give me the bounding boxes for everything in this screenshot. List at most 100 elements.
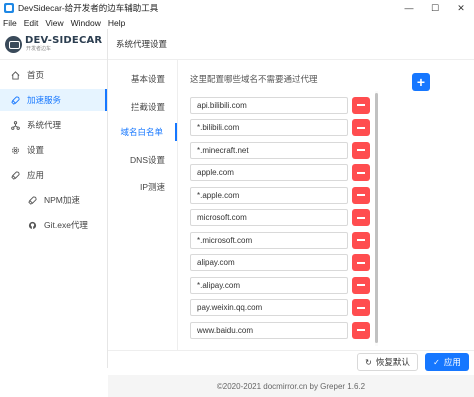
main-content: 系统代理设置 基本设置 拦截设置 域名白名单 DNS设置 IP测速 这里配置哪些… (108, 29, 474, 371)
domain-row: pay.weixin.qq.com (190, 299, 370, 317)
action-bar: ↻ 恢复默认 ✓ 应用 (108, 350, 474, 374)
close-icon[interactable]: ✕ (448, 0, 474, 16)
sidebar-item-label: NPM加速 (44, 195, 80, 205)
home-icon (11, 70, 20, 80)
menu-bar: File Edit View Window Help (0, 16, 474, 29)
domain-input[interactable]: microsoft.com (190, 209, 348, 226)
share-icon (11, 120, 20, 130)
app-icon (4, 3, 14, 13)
domain-input[interactable]: *.minecraft.net (190, 141, 348, 159)
domain-row: api.bilibili.com (190, 96, 370, 114)
domain-input[interactable]: alipay.com (190, 254, 348, 271)
window-controls: — ☐ ✕ (396, 0, 474, 16)
title-bar: DevSidecar-给开发者的边车辅助工具 — ☐ ✕ (0, 0, 474, 16)
rocket-icon (28, 195, 37, 205)
minus-icon (357, 216, 365, 219)
logo-subtext: 开发者边车 (26, 46, 52, 52)
sidebar-item-label: 加速服务 (27, 95, 62, 105)
remove-domain-button[interactable] (352, 141, 370, 159)
apply-label: 应用 (443, 357, 461, 367)
domain-row: *.bilibili.com (190, 119, 370, 137)
sidebar-nav: 首页 加速服务 系统代理 设置 应用 NPM加速 Git.exe代理 (0, 64, 107, 236)
menu-help[interactable]: Help (108, 18, 125, 28)
domain-input[interactable]: *.microsoft.com (190, 231, 348, 249)
tab-dns[interactable]: DNS设置 (107, 151, 177, 169)
domain-row: microsoft.com (190, 209, 370, 227)
tab-whitelist[interactable]: 域名白名单 (107, 123, 177, 141)
domain-input[interactable]: apple.com (190, 164, 348, 181)
tab-ip-speed[interactable]: IP测速 (107, 178, 177, 196)
rocket-icon (11, 95, 20, 105)
page-title: 系统代理设置 (108, 29, 474, 60)
sidebar-item-acceleration[interactable]: 加速服务 (0, 89, 107, 111)
tab-basic[interactable]: 基本设置 (107, 70, 177, 88)
sidebar-item-label: 应用 (27, 170, 45, 180)
maximize-icon[interactable]: ☐ (422, 0, 448, 16)
domain-row: www.baidu.com (190, 321, 370, 339)
sidebar: DEV-SIDECAR 开发者边车 首页 加速服务 系统代理 设置 应用 NPM… (0, 29, 108, 368)
remove-domain-button[interactable] (352, 231, 370, 249)
sidebar-item-label: Git.exe代理 (44, 220, 88, 230)
sidebar-item-apps[interactable]: 应用 (0, 164, 107, 186)
remove-domain-button[interactable] (352, 164, 370, 181)
sidebar-item-system-proxy[interactable]: 系统代理 (0, 114, 107, 136)
remove-domain-button[interactable] (352, 276, 370, 294)
minus-icon (357, 194, 365, 196)
sidebar-item-git[interactable]: Git.exe代理 (0, 214, 107, 236)
logo-icon (5, 35, 22, 53)
minus-icon (357, 261, 365, 264)
sidebar-item-settings[interactable]: 设置 (0, 139, 107, 161)
domain-input[interactable]: *.alipay.com (190, 276, 348, 294)
menu-view[interactable]: View (45, 18, 63, 28)
minus-icon (357, 171, 365, 174)
apply-button[interactable]: ✓ 应用 (425, 353, 469, 371)
check-icon: ✓ (433, 357, 440, 367)
whitelist-hint: 这里配置哪些域名不需要通过代理 (190, 74, 318, 84)
sidebar-item-label: 系统代理 (27, 120, 62, 130)
sidebar-item-label: 设置 (27, 145, 45, 155)
domain-input[interactable]: *.bilibili.com (190, 119, 348, 136)
remove-domain-button[interactable] (352, 254, 370, 271)
tab-intercept[interactable]: 拦截设置 (107, 98, 177, 116)
domain-input[interactable]: api.bilibili.com (190, 96, 348, 114)
minus-icon (357, 306, 365, 309)
minus-icon (357, 126, 365, 129)
github-icon (28, 221, 37, 230)
restore-default-label: 恢复默认 (375, 357, 410, 367)
domain-row: *.microsoft.com (190, 231, 370, 249)
remove-domain-button[interactable] (352, 119, 370, 136)
rocket-icon (11, 170, 20, 180)
logo: DEV-SIDECAR 开发者边车 (0, 29, 107, 60)
domain-row: *.minecraft.net (190, 141, 370, 159)
gear-icon (11, 146, 20, 155)
add-domain-button[interactable]: + (412, 73, 430, 91)
remove-domain-button[interactable] (352, 299, 370, 316)
domain-row: alipay.com (190, 254, 370, 272)
minus-icon (357, 284, 365, 286)
domain-input[interactable]: pay.weixin.qq.com (190, 299, 348, 316)
menu-window[interactable]: Window (71, 18, 101, 28)
sidebar-item-label: 首页 (27, 70, 45, 80)
remove-domain-button[interactable] (352, 186, 370, 204)
remove-domain-button[interactable] (352, 96, 370, 114)
domain-input[interactable]: www.baidu.com (190, 321, 348, 339)
sidebar-item-npm[interactable]: NPM加速 (0, 189, 107, 211)
minus-icon (357, 329, 365, 331)
scrollbar-thumb[interactable] (375, 93, 378, 343)
restore-default-button[interactable]: ↻ 恢复默认 (357, 353, 418, 371)
menu-edit[interactable]: Edit (24, 18, 39, 28)
domain-input[interactable]: *.apple.com (190, 186, 348, 204)
menu-file[interactable]: File (3, 18, 17, 28)
minus-icon (357, 239, 365, 241)
window-title: DevSidecar-给开发者的边车辅助工具 (18, 3, 159, 13)
sidebar-item-home[interactable]: 首页 (0, 64, 107, 86)
minimize-icon[interactable]: — (396, 0, 422, 16)
domain-row: *.alipay.com (190, 276, 370, 294)
remove-domain-button[interactable] (352, 321, 370, 339)
settings-tabs: 基本设置 拦截设置 域名白名单 DNS设置 IP测速 (108, 60, 178, 350)
minus-icon (357, 104, 365, 106)
domain-row: *.apple.com (190, 186, 370, 204)
footer: ©2020-2021 docmirror.cn by Greper 1.6.2 (108, 375, 474, 397)
remove-domain-button[interactable] (352, 209, 370, 226)
refresh-icon: ↻ (365, 357, 372, 367)
